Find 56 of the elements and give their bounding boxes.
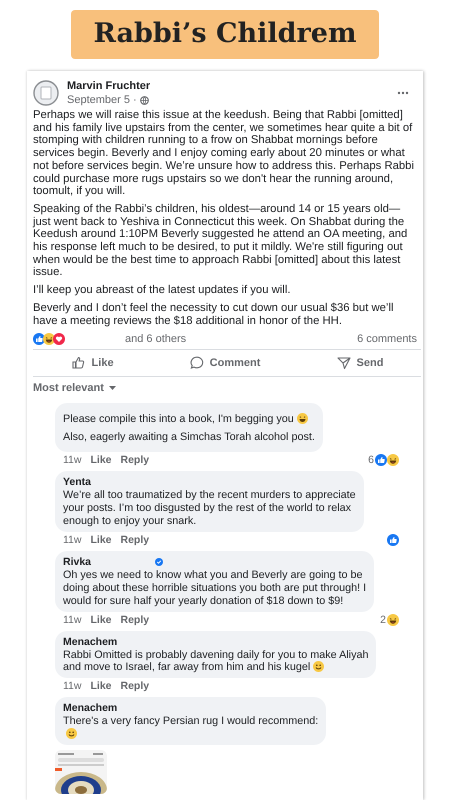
laughing-face-icon: [387, 614, 399, 626]
laughing-face-icon: [296, 413, 308, 424]
comment-action-link[interactable]: Reply: [120, 680, 150, 692]
commenter-name[interactable]: Yenta: [63, 476, 92, 490]
comment-action-link[interactable]: Reply: [120, 534, 150, 546]
caret-icon: [108, 386, 116, 390]
comment-text: would for sure half your yearly donation of $18 down to $9!: [63, 594, 344, 607]
comment-text: Rabbi Omitted is probably davening daily for you to make Aliyah: [63, 648, 368, 660]
send-icon: [336, 355, 352, 372]
comment-action-link[interactable]: Like: [90, 534, 112, 546]
thumbs-up-icon: [387, 534, 399, 546]
author-name[interactable]: Marvin Fruchter: [67, 79, 393, 93]
smiling-face-icon: [313, 661, 324, 672]
reaction-count: 6: [368, 454, 374, 466]
post-paragraph: Beverly and I don’t feel the necessity to cut down our usual $36 but we’ll have a meeting reviews the $18 additional in honor of the HH.: [33, 302, 394, 328]
reaction-count: 2: [380, 614, 386, 626]
comment-text: enough to enjoy your snark.: [63, 514, 196, 527]
comment-time[interactable]: 11w: [63, 680, 82, 692]
comment-time[interactable]: 11w: [63, 614, 82, 626]
comment-action-link[interactable]: Reply: [120, 614, 150, 626]
title-banner: Rabbi’s Childrem: [71, 10, 379, 59]
comment-action-link[interactable]: Like: [90, 454, 112, 466]
like-button[interactable]: Like: [60, 352, 124, 374]
speech-bubble-icon: [188, 355, 205, 372]
comment-time[interactable]: 11w: [63, 534, 82, 546]
globe-icon: [140, 96, 149, 104]
thumbs-up-icon: [375, 454, 387, 466]
commenter-name[interactable]: Menachem: [63, 636, 118, 648]
thumbs-up-icon: [70, 355, 87, 372]
sort-dropdown[interactable]: Most relevant: [33, 377, 116, 398]
comment-text: Please compile this into a book, I'm begging you: [63, 413, 294, 426]
comment-action-link[interactable]: Like: [90, 680, 112, 692]
comment-text: your posts. I’m too disgusted by the rest of the world to relax: [63, 502, 352, 514]
comment-text: We’re all too traumatized by the recent murders to appreciate: [63, 489, 356, 502]
post-paragraph: I’ll keep you abreast of the latest updates if you will.: [33, 284, 292, 297]
comment-text: doing about these horrible situations you both are put through! I: [63, 582, 366, 594]
avatar-icon: [33, 80, 59, 106]
comment-text: There's a very fancy Persian rug I would recommend:: [63, 715, 318, 728]
comment-text: and move to Israel, far away from him and his kugel: [63, 661, 310, 674]
commenter-name[interactable]: Rivka: [63, 556, 92, 569]
post-date[interactable]: September 5 ·: [67, 93, 137, 107]
comment-text: Also, eagerly awaiting a Simchas Torah alcohol post.: [63, 431, 315, 444]
commenter-name[interactable]: Menachem: [63, 702, 118, 716]
reaction-summary[interactable]: and 6 others: [125, 333, 358, 346]
ellipsis-icon: [397, 91, 409, 95]
comment-text: Oh yes we need to know what you and Beverly are going to be: [63, 568, 362, 581]
comment-action-link[interactable]: Like: [90, 614, 112, 626]
comment-time[interactable]: 11w: [63, 454, 82, 466]
post-paragraph: Perhaps we will raise this issue at the keedush. Being that Rabbi [omitted] and his family live upstairs from the center, we sometimes hear quite a bit of stomping with children running to a frow on Shabbat mornings before services begin. Beverly and I enjoy coming early about 20 minutes or what not before services begin. We’re unsure how to address this. Perhaps Rabbi could purchase more rugs upstairs so we don't hear the running around, toomult, if you will.: [33, 109, 415, 198]
comment-action-link[interactable]: Reply: [120, 454, 150, 466]
comment-count[interactable]: 6 comments: [357, 333, 417, 346]
post-paragraph: Speaking of the Rabbi’s children, his oldest—around 14 or 15 years old—just went back to Yeshiva in Connecticut this week. On Shabbat during the Keedush around 1:10PM Beverly suggested he attend an OA meeting, and his response left much to be desired, to put it mildly. We're still figuring out when would be the best time to approach Rabbi [omitted] about this latest issue.: [33, 202, 408, 280]
laughing-face-icon: [387, 454, 399, 466]
comment-button[interactable]: Comment: [178, 352, 270, 374]
smiling-face-icon: [66, 728, 77, 740]
send-button[interactable]: Send: [326, 352, 394, 374]
